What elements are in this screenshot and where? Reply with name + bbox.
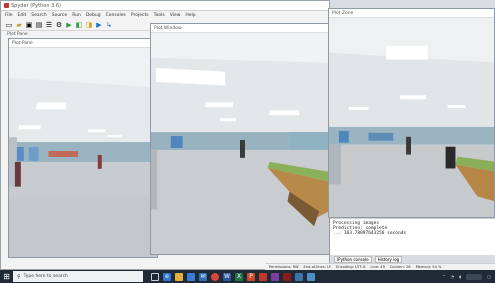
mail-icon[interactable]: ✉ — [199, 272, 207, 281]
windows-start-icon[interactable]: ⊞ — [0, 270, 13, 283]
status-permissions: Permissions: RW — [269, 265, 299, 269]
window-1-image — [9, 48, 157, 257]
clock[interactable] — [466, 273, 483, 280]
window-1-titlebar[interactable]: Plot Pane — [9, 39, 157, 48]
app-icon-purple[interactable] — [271, 272, 279, 281]
image-window-2[interactable]: Plot Window — [150, 23, 330, 255]
run-selection-icon[interactable]: ◨ — [85, 21, 93, 29]
ide-titlebar: Spyder (Python 3.6) — [1, 1, 329, 11]
ide-title: Spyder (Python 3.6) — [11, 2, 61, 9]
run-cell-icon[interactable]: ◧ — [75, 21, 83, 29]
taskbar-apps: e ✉ W X P — [151, 272, 315, 281]
app-icon-red[interactable] — [259, 272, 267, 281]
chrome-icon[interactable] — [211, 272, 219, 281]
status-memory: Memory: 54 % — [415, 265, 442, 269]
status-line: Line: 49 — [370, 265, 385, 269]
window-1-title: Plot Pane — [12, 40, 33, 46]
excel-icon[interactable]: X — [235, 272, 243, 281]
edge-browser-icon[interactable]: e — [163, 272, 171, 281]
network-icon[interactable]: ◔ — [451, 274, 455, 279]
image-window-1[interactable]: Plot Pane — [8, 38, 158, 258]
notification-icon[interactable]: ▢ — [487, 274, 491, 279]
status-column: Column: 26 — [389, 265, 411, 269]
list-icon[interactable]: ☰ — [45, 21, 53, 29]
window-2-image — [151, 33, 329, 254]
menu-bar: File Edit Search Source Run Debug Consol… — [1, 11, 329, 19]
status-bar: Permissions: RW End-of-lines: LF Encodin… — [265, 263, 495, 270]
window-2-titlebar[interactable]: Plot Window — [151, 24, 329, 33]
window-3-image — [329, 18, 494, 217]
menu-tools[interactable]: Tools — [154, 13, 165, 18]
menu-consoles[interactable]: Consoles — [106, 13, 126, 18]
menu-edit[interactable]: Edit — [18, 13, 27, 18]
new-file-icon[interactable]: ▭ — [5, 21, 13, 29]
menu-file[interactable]: File — [5, 13, 13, 18]
tab-ipython-console[interactable]: IPython console — [334, 256, 372, 263]
window-2-title: Plot Window — [154, 25, 182, 31]
window-3-title: Plot Zone — [332, 10, 354, 16]
console-tabs: IPython console History log — [334, 256, 403, 263]
debug-icon[interactable]: ▶ — [95, 21, 103, 29]
run-icon[interactable]: ▶ — [65, 21, 73, 29]
store-icon[interactable] — [187, 272, 195, 281]
chevron-up-icon[interactable]: ⌃ — [442, 274, 445, 279]
app-icon — [4, 3, 9, 8]
spyder-icon[interactable] — [283, 272, 291, 281]
image-viewer-icon[interactable] — [307, 272, 315, 281]
status-eol: End-of-lines: LF — [303, 265, 332, 269]
tab-history-log[interactable]: History log — [374, 256, 403, 263]
console-line-3: ... 183.78897643256 seconds — [333, 231, 407, 236]
menu-debug[interactable]: Debug — [86, 13, 101, 18]
powerpoint-icon[interactable]: P — [247, 272, 255, 281]
step-icon[interactable]: ↳ — [105, 21, 113, 29]
word-icon[interactable]: W — [223, 272, 231, 281]
console-pane[interactable]: Processing images Prediction: complete .… — [330, 218, 495, 255]
file-explorer-icon[interactable] — [175, 272, 183, 281]
taskbar: ⊞ ⚲ Type here to search e ✉ W X P ⌃ ◔ ◖ … — [0, 270, 495, 283]
menu-source[interactable]: Source — [52, 13, 67, 18]
search-icon: ⚲ — [17, 273, 21, 280]
task-view-icon[interactable] — [151, 272, 159, 281]
menu-search[interactable]: Search — [31, 13, 46, 18]
window-3-titlebar[interactable]: Plot Zone — [329, 9, 494, 18]
search-placeholder: Type here to search — [23, 274, 68, 279]
menu-run[interactable]: Run — [72, 13, 81, 18]
taskbar-search[interactable]: ⚲ Type here to search — [13, 271, 143, 282]
python-icon[interactable] — [295, 272, 303, 281]
save-icon[interactable]: ▣ — [25, 21, 33, 29]
save-all-icon[interactable]: ▤ — [35, 21, 43, 29]
volume-icon[interactable]: ◖ — [459, 274, 461, 279]
status-encoding: Encoding: UTF-8 — [336, 265, 366, 269]
system-tray: ⌃ ◔ ◖ ▢ — [442, 273, 495, 280]
open-folder-icon[interactable]: ▰ — [15, 21, 23, 29]
settings-icon[interactable]: ⚙ — [55, 21, 63, 29]
menu-help[interactable]: Help — [185, 13, 195, 18]
menu-projects[interactable]: Projects — [131, 13, 149, 18]
menu-view[interactable]: View — [170, 13, 181, 18]
image-window-3[interactable]: Plot Zone — [328, 8, 495, 218]
